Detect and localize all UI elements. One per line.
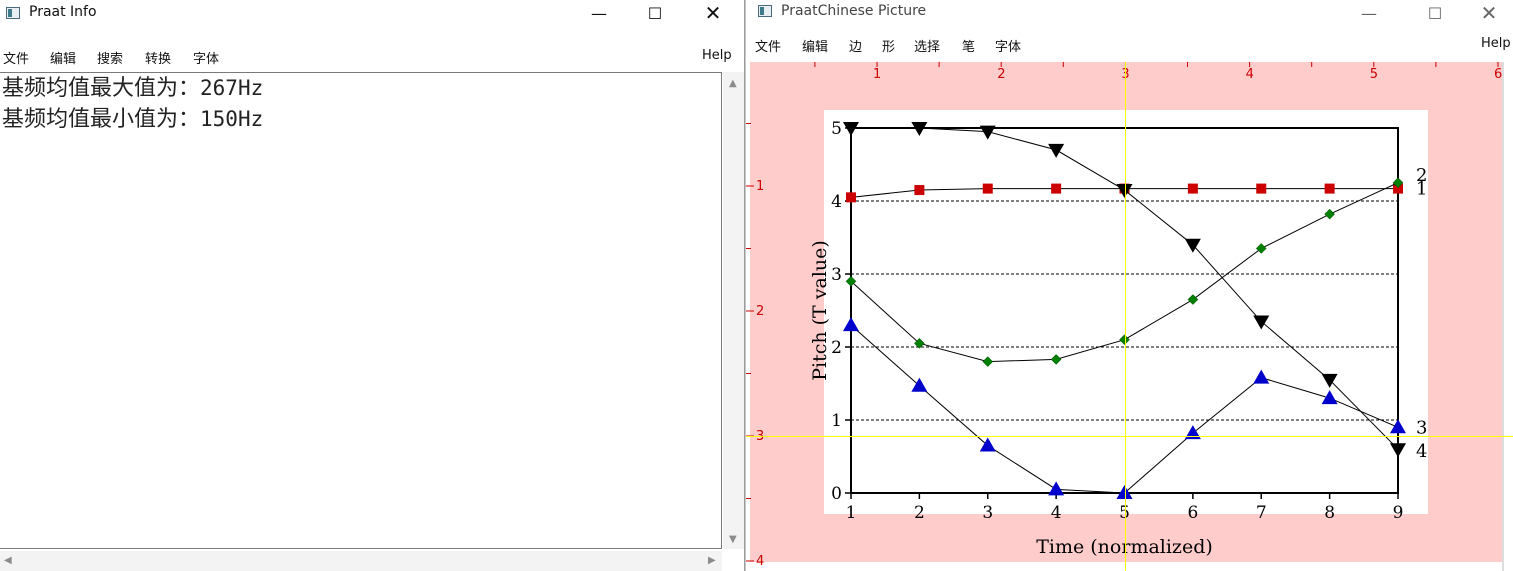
picture-canvas-svg[interactable]: 1234561234 123456789012345Time (normaliz…: [746, 62, 1513, 571]
scroll-down-icon[interactable]: ▼: [729, 534, 737, 545]
menu-margins[interactable]: 边: [849, 36, 862, 55]
menu-font[interactable]: 字体: [995, 36, 1021, 55]
y-axis-label: Pitch (T value): [809, 240, 831, 381]
data-point-square: [846, 192, 856, 203]
praat-info-window: Praat Info — ☐ ✕ 文件 编辑 搜索 转换 字体 Help 基频均…: [0, 0, 745, 571]
info-line-label: 基频均值最小值为：: [2, 107, 201, 132]
ruler-top-label: 4: [1246, 67, 1254, 82]
series-label-4: 4: [1416, 441, 1427, 462]
ruler-top-label: 6: [1494, 67, 1502, 82]
menu-file[interactable]: 文件: [755, 36, 781, 55]
scroll-up-icon[interactable]: ▲: [729, 78, 737, 89]
data-point-square: [1324, 183, 1335, 194]
menu-search[interactable]: 搜索: [97, 48, 123, 67]
close-icon[interactable]: ✕: [1466, 0, 1512, 27]
picture-titlebar[interactable]: PraatChinese Picture — ☐ ✕: [746, 0, 1513, 27]
scroll-left-icon[interactable]: ◀: [4, 555, 12, 566]
menu-file[interactable]: 文件: [3, 48, 29, 67]
minimize-icon[interactable]: —: [1346, 0, 1392, 27]
data-point-square: [1256, 183, 1267, 194]
x-axis-label: Time (normalized): [1036, 536, 1213, 558]
data-point-square: [1187, 183, 1198, 194]
praat-app-icon: [758, 5, 772, 17]
x-tick-label: 5: [1119, 503, 1130, 523]
menu-help[interactable]: Help: [702, 48, 732, 63]
data-point-square: [982, 183, 993, 194]
x-tick-label: 2: [914, 503, 925, 523]
x-tick-label: 8: [1324, 503, 1335, 523]
y-tick-label: 2: [831, 338, 842, 358]
ruler-left-label: 1: [756, 179, 764, 194]
y-tick-label: 3: [831, 265, 842, 285]
series-label-3: 3: [1416, 417, 1427, 438]
x-tick-label: 6: [1187, 503, 1198, 523]
ruler-top-label: 5: [1370, 67, 1378, 82]
x-tick-label: 3: [982, 503, 993, 523]
series-label-2: 2: [1416, 165, 1427, 186]
menu-font[interactable]: 字体: [193, 48, 219, 67]
minimize-icon[interactable]: —: [576, 0, 622, 27]
y-tick-label: 0: [831, 484, 842, 504]
praat-app-icon: [6, 7, 20, 19]
picture-window-title: PraatChinese Picture: [781, 3, 927, 19]
maximize-icon[interactable]: ☐: [1412, 0, 1458, 27]
praat-picture-window: PraatChinese Picture — ☐ ✕ 文件 编辑 边 形 选择 …: [746, 0, 1513, 571]
x-tick-label: 1: [846, 503, 857, 523]
menu-world[interactable]: 形: [882, 36, 895, 55]
data-point-square: [1051, 183, 1062, 194]
x-tick-label: 4: [1051, 503, 1062, 523]
vertical-scrollbar[interactable]: ▲ ▼: [723, 72, 744, 549]
ruler-top-label: 2: [997, 67, 1005, 82]
y-tick-label: 1: [831, 411, 842, 431]
info-menubar: 文件 编辑 搜索 转换 字体 Help: [0, 44, 744, 70]
ruler-left-label: 4: [756, 554, 764, 569]
info-line-value: 267Hz: [200, 76, 264, 100]
scroll-right-icon[interactable]: ▶: [708, 555, 716, 566]
x-tick-label: 7: [1256, 503, 1267, 523]
menu-convert[interactable]: 转换: [145, 48, 171, 67]
menu-help[interactable]: Help: [1481, 36, 1511, 51]
menu-select[interactable]: 选择: [914, 36, 940, 55]
info-line-min: 基频均值最小值为：150Hz: [2, 106, 263, 133]
maximize-icon[interactable]: ☐: [632, 0, 678, 27]
close-icon[interactable]: ✕: [690, 0, 736, 27]
y-tick-label: 5: [831, 119, 842, 139]
picture-canvas[interactable]: 1234561234 123456789012345Time (normaliz…: [746, 62, 1513, 571]
menu-edit[interactable]: 编辑: [802, 36, 828, 55]
menu-edit[interactable]: 编辑: [50, 48, 76, 67]
ruler-top-label: 1: [873, 67, 881, 82]
ruler-left-label: 2: [756, 304, 764, 319]
info-line-value: 150Hz: [200, 107, 264, 131]
menu-pen[interactable]: 笔: [962, 36, 975, 55]
info-line-label: 基频均值最大值为：: [2, 76, 201, 101]
y-tick-label: 4: [831, 192, 842, 212]
picture-menubar: 文件 编辑 边 形 选择 笔 字体 Help: [746, 32, 1513, 58]
horizontal-scrollbar[interactable]: ◀ ▶: [0, 551, 722, 571]
info-titlebar[interactable]: Praat Info — ☐ ✕: [0, 0, 744, 27]
info-text-area[interactable]: 基频均值最大值为：267Hz 基频均值最小值为：150Hz: [0, 72, 722, 549]
info-line-max: 基频均值最大值为：267Hz: [2, 75, 263, 102]
x-tick-label: 9: [1393, 503, 1404, 523]
data-point-square: [914, 185, 925, 196]
info-window-title: Praat Info: [29, 4, 97, 20]
